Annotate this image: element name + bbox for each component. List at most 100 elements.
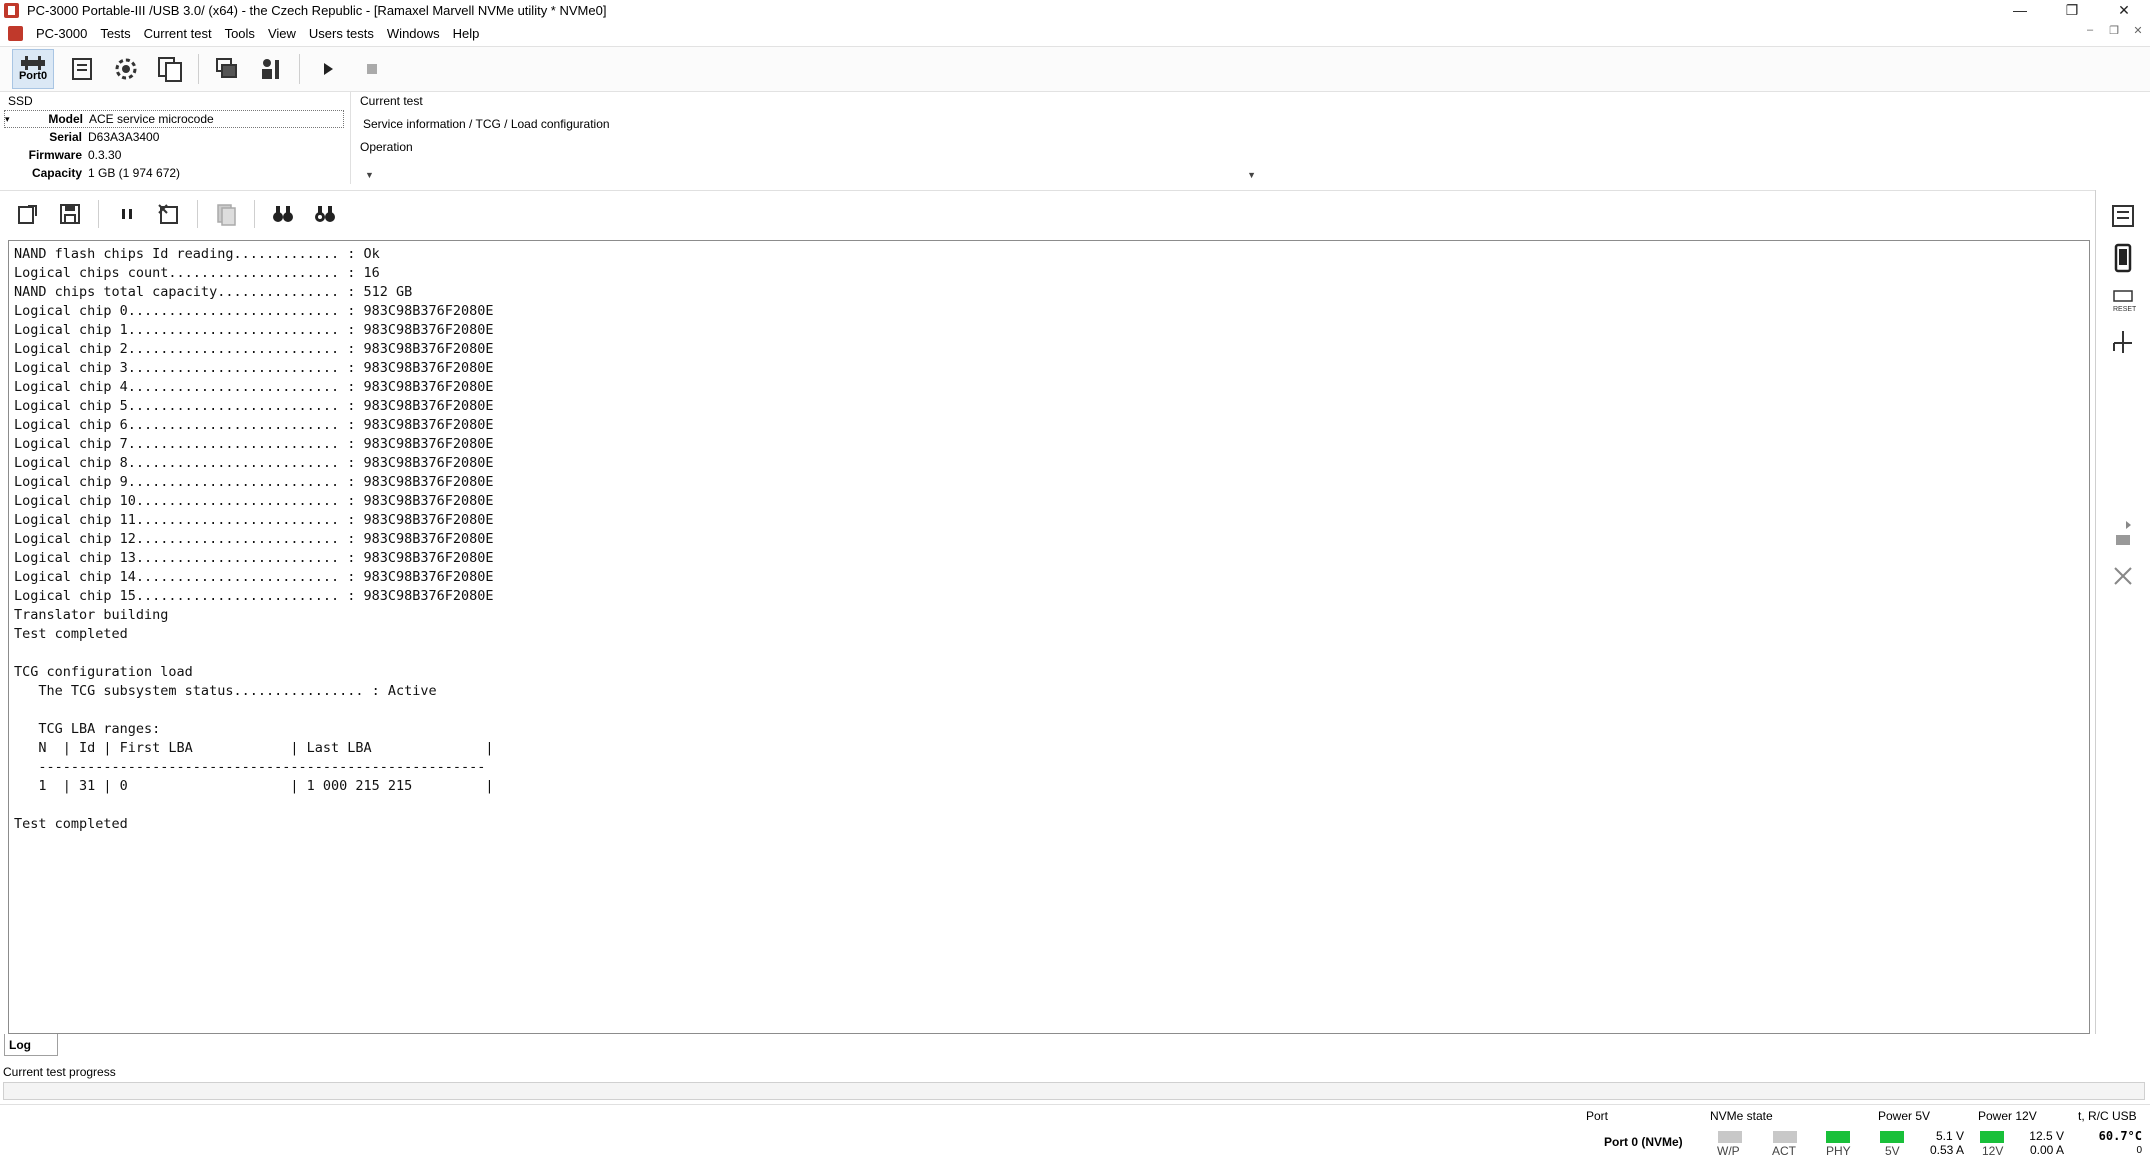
minimize-button[interactable]: — [1994,0,2046,20]
settings-gear-icon[interactable] [110,53,142,85]
save-log-icon[interactable] [56,200,84,228]
firmware-key: Firmware [28,148,82,162]
model-row[interactable]: ▾ Model ACE service microcode [4,110,344,128]
serial-key: Serial [49,130,82,144]
nvme-state-title: NVMe state [1710,1109,1773,1123]
window-controls: — ❐ ✕ [1994,0,2150,20]
log-line: Test completed [14,626,128,642]
toolbar-separator [198,54,199,84]
power5-title: Power 5V [1878,1109,1931,1123]
log-line: The TCG subsystem status................… [14,683,437,699]
power12-voltage: 12.5 V [2029,1129,2064,1143]
log-line: NAND chips total capacity...............… [14,284,413,300]
copy-pages-icon[interactable] [154,53,186,85]
ssd-section-label: SSD [8,94,33,108]
log-toolbar-separator [254,199,255,228]
phy-led [1826,1131,1850,1143]
window-title: PC-3000 Portable-III /USB 3.0/ (x64) - t… [27,2,607,18]
mdi-restore-button[interactable]: ❐ [2106,24,2122,37]
app-menu-icon[interactable] [8,25,23,41]
tools-icon[interactable] [2107,560,2139,592]
menu-users-tests[interactable]: Users tests [309,26,374,41]
info-separator [350,92,351,184]
menu-tools[interactable]: Tools [225,26,255,41]
log-output[interactable]: NAND flash chips Id reading.............… [8,240,2090,1034]
mdi-minimize-button[interactable]: – [2082,24,2098,37]
capacity-key: Capacity [31,166,82,180]
menu-current-test[interactable]: Current test [144,26,212,41]
mdi-close-button[interactable]: ✕ [2130,24,2146,37]
log-line: Logical chip 1..........................… [14,322,494,338]
log-toolbar-separator [98,199,99,228]
log-line: Logical chip 4..........................… [14,379,494,395]
log-line: Logical chip 7..........................… [14,436,494,452]
menu-view[interactable]: View [268,26,296,41]
device-icon[interactable] [2107,242,2139,274]
chevron-down-icon: ▼ [365,170,374,180]
operation-label: Operation [360,140,413,154]
reset-icon[interactable]: RESET [2107,284,2139,316]
power12-current: 0.00 A [2029,1143,2064,1157]
stop-icon[interactable] [356,53,388,85]
operation-dropdown[interactable]: ▼ ▼ [360,166,1260,184]
menu-tests[interactable]: Tests [100,26,130,41]
tab-log[interactable]: Log [4,1034,58,1056]
log-line: Test completed [14,816,128,832]
act-led-label: ACT [1772,1144,1796,1158]
phy-led-label: PHY [1826,1144,1851,1158]
menu-help[interactable]: Help [453,26,480,41]
wp-led [1718,1131,1742,1143]
right-side-panel: RESET [2095,190,2150,1034]
act-led [1773,1131,1797,1143]
user-tests-icon[interactable] [255,53,287,85]
restore-button[interactable]: ❐ [2046,0,2098,20]
log-line: NAND flash chips Id reading.............… [14,246,380,262]
windows-cascade-icon[interactable] [211,53,243,85]
power12-led [1980,1131,2004,1143]
log-line: Logical chip 9..........................… [14,474,494,490]
toolbar-separator [299,54,300,84]
power-icon[interactable] [2107,326,2139,358]
menu-pc3000[interactable]: PC-3000 [36,26,87,41]
log-line: Logical chip 10.........................… [14,493,494,509]
copy-icon[interactable] [212,200,240,228]
power12-led-label: 12V [1982,1144,2004,1158]
panel-expand-icon[interactable] [2107,518,2139,550]
binoculars-find-icon[interactable] [269,200,297,228]
log-line: Logical chip 5..........................… [14,398,494,414]
temperature-extra: 0 [2136,1145,2142,1156]
log-line: 1 | 31 | 0 | 1 000 215 215 | [14,778,494,794]
main-toolbar: Port0 [0,46,2150,92]
log-line: Translator building [14,607,169,623]
clear-log-icon[interactable] [155,200,183,228]
title-bar: PC-3000 Portable-III /USB 3.0/ (x64) - t… [0,0,2150,20]
log-line: ----------------------------------------… [14,759,486,775]
log-line: TCG configuration load [14,664,193,680]
power5-led [1880,1131,1904,1143]
close-button[interactable]: ✕ [2098,0,2150,20]
model-key: Model [48,112,83,126]
open-log-icon[interactable] [14,200,42,228]
firmware-row: Firmware 0.3.30 [4,146,344,164]
log-line: N | Id | First LBA | Last LBA | [14,740,494,756]
pause-icon[interactable] [113,200,141,228]
capacity-value: 1 GB (1 974 672) [88,166,181,180]
ssd-info-panel: ▾ Model ACE service microcode Serial D63… [4,110,344,182]
log-line: Logical chips count.....................… [14,265,380,281]
temperature-title: t, R/C USB [2078,1109,2137,1123]
drive-info-icon[interactable] [2107,200,2139,232]
play-icon[interactable] [312,53,344,85]
binoculars-find-next-icon[interactable] [311,200,339,228]
expand-arrow-icon[interactable]: ▾ [5,114,17,125]
mdi-controls: – ❐ ✕ [2082,24,2146,37]
drive-info-icon[interactable] [66,53,98,85]
menu-windows[interactable]: Windows [387,26,440,41]
port-status-value: Port 0 (NVMe) [1604,1135,1683,1149]
log-line: Logical chip 6..........................… [14,417,494,433]
serial-value: D63A3A3400 [88,130,160,144]
current-test-label: Current test [360,94,423,108]
port-selector-button[interactable]: Port0 [12,49,54,89]
chevron-down-icon[interactable]: ▼ [1247,170,1256,180]
